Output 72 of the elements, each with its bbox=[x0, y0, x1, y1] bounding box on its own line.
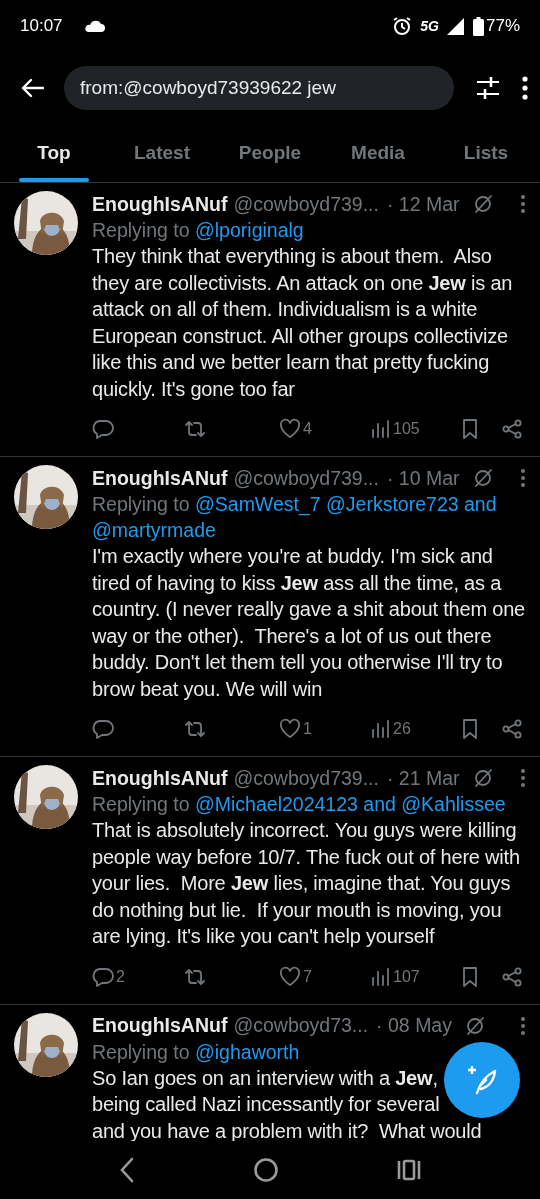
signal-icon bbox=[446, 17, 465, 35]
reply-label: Replying to bbox=[92, 793, 190, 815]
cloud-icon bbox=[82, 19, 105, 33]
battery-icon bbox=[472, 16, 484, 36]
post-text: That is absolutely incorrect. You guys were killing people way before 10/7. The fuck out of here with your lies. More Jew lies, imagine that. You guys do nothing but lie. If your mouth is moving, you are lying. It's like you can't help yourself bbox=[92, 818, 521, 949]
post-date: · 12 Mar bbox=[386, 192, 460, 216]
view-count: 26 bbox=[393, 720, 411, 738]
repost-icon[interactable] bbox=[184, 718, 206, 740]
tab[interactable]: Media bbox=[324, 124, 432, 182]
bar-chart-icon[interactable] bbox=[369, 718, 391, 740]
mention-link[interactable]: @Jerkstore723 bbox=[326, 493, 459, 515]
post-date: · 08 May bbox=[376, 1014, 452, 1037]
like-count: 1 bbox=[303, 720, 312, 738]
display-name: EnoughIsANuf bbox=[92, 466, 228, 490]
post-text-line: and you have a problem with it? What would bbox=[92, 1118, 482, 1144]
home-icon[interactable] bbox=[253, 1157, 279, 1183]
post-date: · 21 Mar bbox=[386, 766, 460, 790]
tab[interactable]: Lists bbox=[432, 124, 540, 182]
username: @cowboyd739... bbox=[233, 466, 379, 490]
share-icon[interactable] bbox=[501, 965, 523, 988]
more-options-icon[interactable] bbox=[522, 76, 528, 100]
share-icon[interactable] bbox=[501, 418, 523, 440]
feather-plus-icon bbox=[466, 1064, 498, 1096]
post-text-line: So Ian goes on an interview with a Jew, bbox=[92, 1065, 438, 1091]
mention-link[interactable]: @Michael2024123 bbox=[195, 793, 358, 815]
battery-percent: 77% bbox=[485, 16, 520, 36]
reply-icon[interactable] bbox=[92, 718, 114, 740]
mention-link[interactable]: @martyrmade bbox=[92, 519, 216, 541]
mention-link[interactable]: @ighaworth bbox=[195, 1040, 300, 1063]
tab[interactable]: Latest bbox=[108, 124, 216, 182]
reply-connector: and bbox=[464, 493, 497, 515]
display-name: EnoughIsANuf bbox=[92, 192, 228, 216]
clock-time: 10:07 bbox=[20, 16, 63, 36]
mention-link[interactable]: @lporiginalg bbox=[195, 219, 304, 241]
username: @cowboyd73... bbox=[233, 1014, 369, 1037]
reply-label: Replying to bbox=[92, 493, 190, 515]
view-count: 107 bbox=[393, 967, 420, 986]
mention-link[interactable]: @SamWest_7 bbox=[195, 493, 321, 515]
back-icon[interactable] bbox=[119, 1156, 135, 1184]
like-count: 4 bbox=[303, 420, 312, 438]
recent-apps-icon[interactable] bbox=[397, 1158, 421, 1182]
post-text: I'm exactly where you're at buddy. I'm sick and tired of having to kiss Jew ass all the time, as a country. (I never really gave a shit about them one way or the other). There's a lot of us out there buddy. Don't let them tell you otherwise I'll try to brow beat you. We will win bbox=[92, 544, 526, 702]
view-count: 105 bbox=[393, 420, 420, 438]
like-count: 7 bbox=[303, 967, 312, 986]
post-date: · 10 Mar bbox=[386, 466, 460, 490]
reply-icon[interactable] bbox=[92, 965, 114, 988]
heart-icon[interactable] bbox=[279, 965, 301, 988]
reply-label: Replying to bbox=[92, 219, 190, 241]
alarm-icon bbox=[392, 16, 413, 36]
share-icon[interactable] bbox=[501, 718, 523, 740]
heart-icon[interactable] bbox=[279, 718, 301, 740]
mention-link[interactable]: @Kahlissee bbox=[401, 793, 506, 815]
post-text: They think that everything is about them. Also they are collectivists. An attack on one Jew is an attack on all of them. Individualism is a white European construct. All other groups collectivize like this and we better learn that pretty fucking quickly. It's gone too far bbox=[92, 244, 514, 402]
display-name: EnoughIsANuf bbox=[92, 766, 228, 790]
username: @cowboyd739... bbox=[233, 192, 379, 216]
username: @cowboyd739... bbox=[233, 766, 379, 790]
repost-icon[interactable] bbox=[184, 418, 206, 440]
reply-count: 2 bbox=[116, 967, 125, 986]
display-name: EnoughIsANuf bbox=[92, 1014, 228, 1037]
tab[interactable]: Top bbox=[0, 124, 108, 182]
reply-icon[interactable] bbox=[92, 418, 114, 440]
filter-icon[interactable] bbox=[476, 76, 500, 100]
network-type: 5G bbox=[420, 18, 439, 34]
tab[interactable]: People bbox=[216, 124, 324, 182]
heart-icon[interactable] bbox=[279, 418, 301, 440]
bar-chart-icon[interactable] bbox=[369, 965, 391, 988]
post-text-line: being called Nazi incessantly for several bbox=[92, 1092, 440, 1117]
search-field[interactable]: from:@cowboyd73939622 jew bbox=[64, 66, 454, 110]
bar-chart-icon[interactable] bbox=[369, 418, 391, 440]
back-arrow-icon[interactable] bbox=[20, 78, 44, 98]
reply-connector: and bbox=[363, 793, 396, 815]
reply-label: Replying to bbox=[92, 1040, 190, 1063]
